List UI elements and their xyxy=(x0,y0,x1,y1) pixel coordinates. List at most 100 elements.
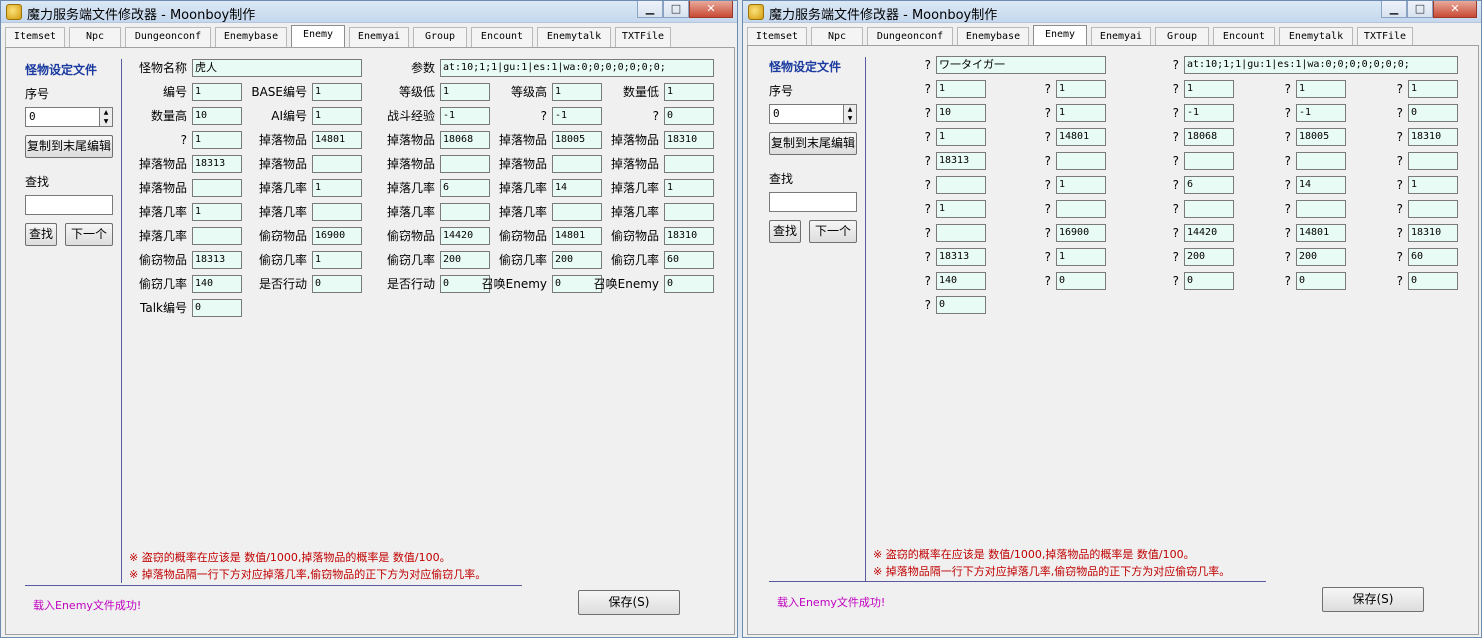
field-input[interactable]: 18310 xyxy=(1408,224,1458,242)
field-input[interactable]: 0 xyxy=(936,296,986,314)
field-input[interactable]: 1 xyxy=(1056,176,1106,194)
tab-enemytalk[interactable]: Enemytalk xyxy=(1279,27,1353,47)
spin-down-icon[interactable]: ▼ xyxy=(99,117,112,126)
field-input[interactable]: 10 xyxy=(192,107,242,125)
monster-name-field[interactable]: 虎人 xyxy=(192,59,362,77)
field-input[interactable]: 140 xyxy=(936,272,986,290)
field-input[interactable]: 1 xyxy=(664,179,714,197)
field-input[interactable]: 1 xyxy=(1056,104,1106,122)
field-input[interactable]: 1 xyxy=(312,179,362,197)
field-input[interactable]: 0 xyxy=(664,107,714,125)
field-input[interactable]: 18313 xyxy=(192,251,242,269)
field-input[interactable] xyxy=(1056,152,1106,170)
field-input[interactable]: 1 xyxy=(192,83,242,101)
field-input[interactable]: 0 xyxy=(312,275,362,293)
field-input[interactable]: 1 xyxy=(664,83,714,101)
field-input[interactable]: 18310 xyxy=(664,227,714,245)
next-button[interactable]: 下一个 xyxy=(809,220,857,243)
field-input[interactable] xyxy=(936,224,986,242)
tab-enemyai[interactable]: Enemyai xyxy=(1091,27,1151,47)
tab-npc[interactable]: Npc xyxy=(811,27,863,47)
find-button[interactable]: 查找 xyxy=(769,220,801,243)
close-icon[interactable]: ✕ xyxy=(689,1,733,18)
field-input[interactable]: 1 xyxy=(192,131,242,149)
field-input[interactable]: 1 xyxy=(1056,80,1106,98)
tab-enemyai[interactable]: Enemyai xyxy=(349,27,409,47)
search-input[interactable] xyxy=(25,195,113,215)
field-input[interactable]: 1 xyxy=(312,251,362,269)
tab-txtfile[interactable]: TXTFile xyxy=(1357,27,1413,47)
param-field[interactable]: at:10;1;1|gu:1|es:1|wa:0;0;0;0;0;0;0; xyxy=(440,59,714,77)
tab-encount[interactable]: Encount xyxy=(1213,27,1275,47)
tab-dungeonconf[interactable]: Dungeonconf xyxy=(867,27,953,47)
tab-itemset[interactable]: Itemset xyxy=(5,27,65,47)
copy-to-end-button[interactable]: 复制到末尾编辑 xyxy=(25,135,113,158)
field-input[interactable] xyxy=(664,155,714,173)
field-input[interactable]: 14801 xyxy=(1056,128,1106,146)
tab-dungeonconf[interactable]: Dungeonconf xyxy=(125,27,211,47)
field-input[interactable] xyxy=(192,227,242,245)
tab-group[interactable]: Group xyxy=(413,27,467,47)
field-input[interactable]: 1 xyxy=(936,128,986,146)
index-stepper[interactable]: 0 ▲ ▼ xyxy=(769,104,857,124)
copy-to-end-button[interactable]: 复制到末尾编辑 xyxy=(769,132,857,155)
field-input[interactable] xyxy=(312,155,362,173)
maximize-icon[interactable]: □ xyxy=(663,1,689,18)
tab-txtfile[interactable]: TXTFile xyxy=(615,27,671,47)
field-input[interactable] xyxy=(312,203,362,221)
field-input[interactable] xyxy=(936,176,986,194)
monster-name-field[interactable]: ワ一タイガ一 xyxy=(936,56,1106,74)
field-input[interactable] xyxy=(1408,152,1458,170)
field-input[interactable]: 18310 xyxy=(664,131,714,149)
tab-itemset[interactable]: Itemset xyxy=(747,27,807,47)
field-input[interactable]: 60 xyxy=(664,251,714,269)
field-input[interactable] xyxy=(192,179,242,197)
field-input[interactable] xyxy=(1056,200,1106,218)
tab-encount[interactable]: Encount xyxy=(471,27,533,47)
close-icon[interactable]: ✕ xyxy=(1433,1,1477,18)
field-input[interactable]: 10 xyxy=(936,104,986,122)
spin-up-icon[interactable]: ▲ xyxy=(843,105,856,114)
field-input[interactable]: 1 xyxy=(192,203,242,221)
field-input[interactable]: 18313 xyxy=(192,155,242,173)
field-input[interactable]: 16900 xyxy=(312,227,362,245)
field-input[interactable]: 60 xyxy=(1408,248,1458,266)
field-input[interactable]: 0 xyxy=(1056,272,1106,290)
tab-enemytalk[interactable]: Enemytalk xyxy=(537,27,611,47)
minimize-icon[interactable]: ▁ xyxy=(1381,1,1407,18)
field-input[interactable]: 1 xyxy=(936,200,986,218)
field-input[interactable]: 1 xyxy=(1408,176,1458,194)
field-input[interactable]: 0 xyxy=(1408,272,1458,290)
right-title-bar[interactable]: 魔力服务端文件修改器 - Moonboy制作 ▁ □ ✕ xyxy=(743,1,1481,23)
field-input[interactable]: 1 xyxy=(312,83,362,101)
save-button[interactable]: 保存(S) xyxy=(578,590,680,615)
tab-enemy[interactable]: Enemy xyxy=(291,25,345,48)
left-title-bar[interactable]: 魔力服务端文件修改器 - Moonboy制作 ▁ □ ✕ xyxy=(1,1,737,23)
field-input[interactable]: 0 xyxy=(1408,104,1458,122)
save-button[interactable]: 保存(S) xyxy=(1322,587,1424,612)
field-input[interactable]: 1 xyxy=(1408,80,1458,98)
field-input[interactable] xyxy=(664,203,714,221)
field-input[interactable]: 1 xyxy=(1056,248,1106,266)
field-input[interactable]: 0 xyxy=(664,275,714,293)
field-input[interactable]: 18313 xyxy=(936,152,986,170)
field-input[interactable]: 16900 xyxy=(1056,224,1106,242)
spin-down-icon[interactable]: ▼ xyxy=(843,114,856,123)
minimize-icon[interactable]: ▁ xyxy=(637,1,663,18)
field-input[interactable]: 1 xyxy=(936,80,986,98)
search-input[interactable] xyxy=(769,192,857,212)
tab-enemybase[interactable]: Enemybase xyxy=(215,27,287,47)
param-field[interactable]: at:10;1;1|gu:1|es:1|wa:0;0;0;0;0;0;0; xyxy=(1184,56,1458,74)
field-input[interactable]: 1 xyxy=(312,107,362,125)
field-input[interactable]: 18313 xyxy=(936,248,986,266)
spin-up-icon[interactable]: ▲ xyxy=(99,108,112,117)
field-input[interactable]: 14801 xyxy=(312,131,362,149)
tab-npc[interactable]: Npc xyxy=(69,27,121,47)
field-input[interactable] xyxy=(1408,200,1458,218)
index-stepper[interactable]: 0 ▲ ▼ xyxy=(25,107,113,127)
tab-group[interactable]: Group xyxy=(1155,27,1209,47)
next-button[interactable]: 下一个 xyxy=(65,223,113,246)
field-input[interactable]: 140 xyxy=(192,275,242,293)
tab-enemybase[interactable]: Enemybase xyxy=(957,27,1029,47)
maximize-icon[interactable]: □ xyxy=(1407,1,1433,18)
